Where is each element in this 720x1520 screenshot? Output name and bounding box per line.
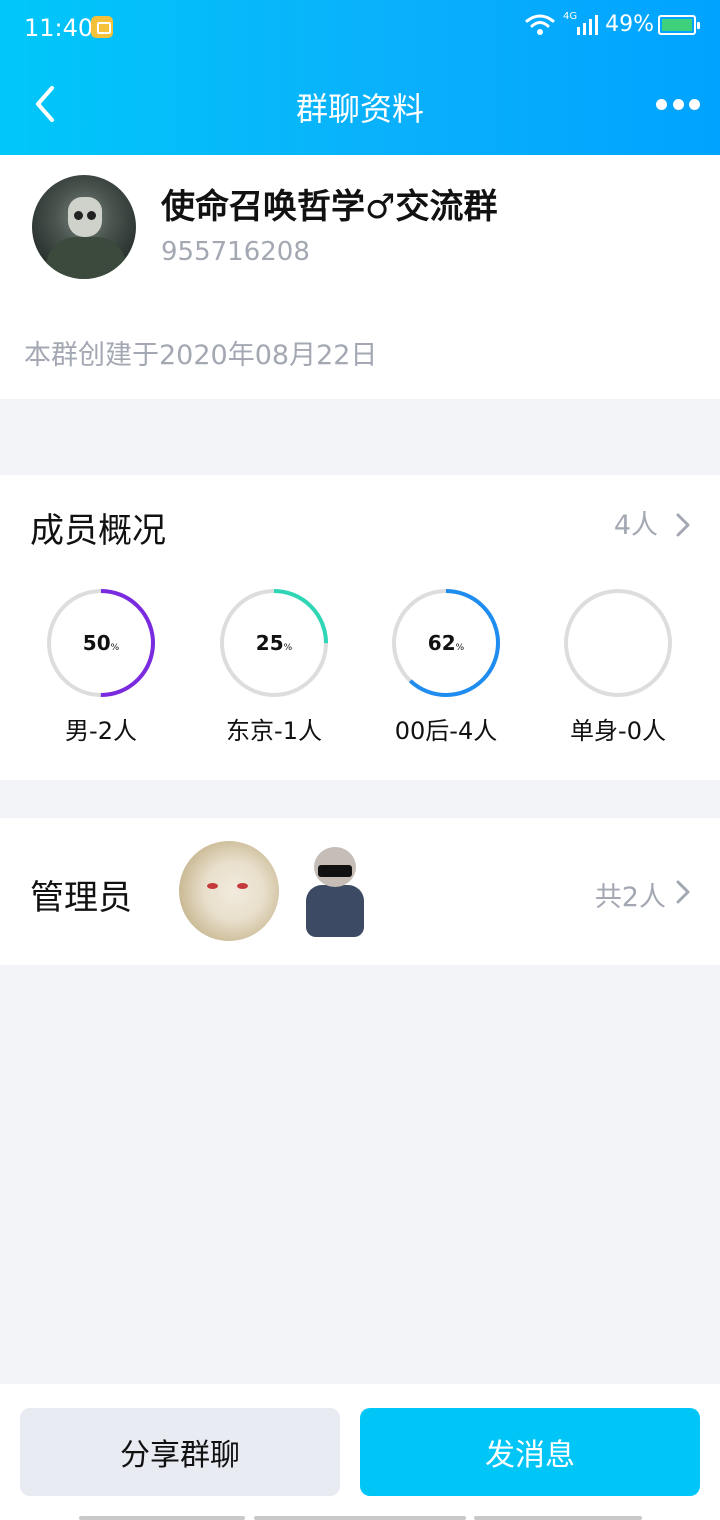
stat-gender: 50% 男-2人 xyxy=(15,587,187,746)
wifi-icon xyxy=(525,14,555,35)
group-created-date: 本群创建于2020年08月22日 xyxy=(24,340,378,371)
nav-hint-bar xyxy=(79,1516,245,1520)
members-overview-card[interactable]: 成员概况 4人 50% 男-2人 25% 东京-1人 62% 00后-4人 单身… xyxy=(0,475,720,780)
stat-label: 00后-4人 xyxy=(394,717,498,745)
status-time: 11:40 xyxy=(24,14,94,42)
chevron-right-icon xyxy=(676,513,690,537)
header-bar: 11:40 4G 49% 群聊资料 xyxy=(0,0,720,155)
admin-avatar[interactable] xyxy=(296,841,378,941)
battery-icon xyxy=(658,14,700,35)
group-avatar[interactable] xyxy=(32,175,136,279)
bottom-action-bar: 分享群聊 发消息 xyxy=(0,1384,720,1520)
notification-icon xyxy=(91,16,113,38)
chevron-right-icon xyxy=(676,880,690,904)
more-dot-icon xyxy=(672,98,684,110)
members-count: 4人 xyxy=(613,510,658,541)
share-group-button[interactable]: 分享群聊 xyxy=(20,1408,340,1496)
nav-hint-bar xyxy=(254,1516,466,1520)
more-dot-icon xyxy=(656,98,667,110)
page-title: 群聊资料 xyxy=(295,90,424,128)
status-indicators: 4G 49% xyxy=(525,11,700,37)
stat-percent: 50% xyxy=(82,631,120,655)
battery-percentage: 49% xyxy=(605,12,654,37)
more-dot-icon xyxy=(689,98,700,110)
admins-card[interactable]: 管理员 共2人 xyxy=(0,818,720,965)
stat-relationship: 单身-0人 xyxy=(532,587,704,746)
group-id: 955716208 xyxy=(161,237,310,267)
stat-location: 25% 东京-1人 xyxy=(188,587,360,746)
stat-label: 男-2人 xyxy=(65,717,137,745)
stat-label: 东京-1人 xyxy=(226,717,322,745)
send-message-button[interactable]: 发消息 xyxy=(360,1408,700,1496)
group-profile-card: 使命召唤哲学♂交流群 955716208 本群创建于2020年08月22日 xyxy=(0,155,720,399)
signal-icon xyxy=(577,14,599,35)
network-type: 4G xyxy=(562,11,578,22)
admins-title: 管理员 xyxy=(30,878,132,918)
stat-label: 单身-0人 xyxy=(570,717,666,745)
more-options-button[interactable] xyxy=(656,94,700,114)
stat-age: 62% 00后-4人 xyxy=(360,587,532,746)
stat-percent: 25% xyxy=(255,631,293,655)
member-stats: 50% 男-2人 25% 东京-1人 62% 00后-4人 单身-0人 xyxy=(0,587,720,747)
group-name: 使命召唤哲学♂交流群 xyxy=(161,187,498,227)
nav-hint-bar xyxy=(474,1516,642,1520)
members-overview-title: 成员概况 xyxy=(30,511,166,551)
admins-count: 共2人 xyxy=(594,882,666,913)
status-bar: 11:40 4G 49% xyxy=(0,0,720,56)
stat-ring xyxy=(564,589,672,697)
admin-avatar[interactable] xyxy=(179,841,279,941)
stat-percent: 62% xyxy=(427,631,465,655)
